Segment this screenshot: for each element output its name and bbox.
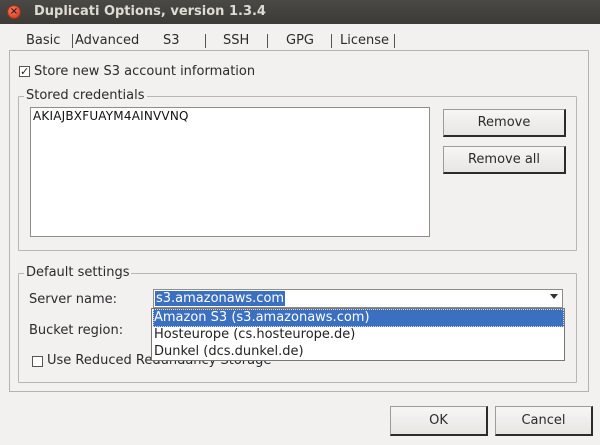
remove-button[interactable]: Remove <box>443 109 566 137</box>
dropdown-option[interactable]: Amazon S3 (s3.amazonaws.com) <box>153 309 564 327</box>
default-settings-legend: Default settings <box>24 265 132 280</box>
tab-license[interactable]: License <box>340 33 389 48</box>
stored-credentials-legend: Stored credentials <box>24 88 147 103</box>
tab-separator <box>72 34 73 48</box>
chevron-down-icon[interactable] <box>550 294 558 299</box>
bucket-region-label: Bucket region: <box>29 323 124 338</box>
server-dropdown-list[interactable]: Amazon S3 (s3.amazonaws.com) Hosteurope … <box>151 308 565 361</box>
server-name-label: Server name: <box>29 292 118 307</box>
ok-button[interactable]: OK <box>390 406 488 436</box>
server-name-value[interactable]: s3.amazonaws.com <box>155 291 286 306</box>
close-icon[interactable]: × <box>7 5 21 19</box>
reduced-redundancy-checkbox[interactable] <box>32 356 43 367</box>
remove-all-button[interactable]: Remove all <box>443 146 566 174</box>
tab-separator <box>267 34 268 48</box>
tab-separator <box>394 34 395 48</box>
credentials-listbox[interactable]: AKIAJBXFUAYM4AINVVNQ <box>30 107 430 237</box>
s3-tab-panel: ✓ Store new S3 account information Store… <box>9 50 589 392</box>
credential-item[interactable]: AKIAJBXFUAYM4AINVVNQ <box>33 109 189 123</box>
tab-separator <box>205 34 206 48</box>
title-bar[interactable]: × Duplicati Options, version 1.3.4 <box>0 0 600 24</box>
tab-gpg[interactable]: GPG <box>286 33 314 48</box>
store-account-label: Store new S3 account information <box>34 64 256 79</box>
window-title: Duplicati Options, version 1.3.4 <box>34 4 266 19</box>
options-window: × Duplicati Options, version 1.3.4 Basic… <box>0 0 600 445</box>
dropdown-option[interactable]: Hosteurope (cs.hosteurope.de) <box>153 326 564 344</box>
tab-basic[interactable]: Basic <box>26 33 60 48</box>
tab-separator <box>331 34 332 48</box>
stored-credentials-group: Stored credentials AKIAJBXFUAYM4AINVVNQ … <box>18 88 577 251</box>
cancel-button[interactable]: Cancel <box>495 406 593 436</box>
tab-s3[interactable]: S3 <box>163 33 180 48</box>
dropdown-option[interactable]: Dunkel (dcs.dunkel.de) <box>153 343 564 361</box>
store-account-checkbox[interactable]: ✓ <box>19 66 30 77</box>
server-name-combobox[interactable]: s3.amazonaws.com <box>153 289 563 308</box>
tab-advanced[interactable]: Advanced <box>75 33 139 48</box>
tab-ssh[interactable]: SSH <box>223 33 249 48</box>
